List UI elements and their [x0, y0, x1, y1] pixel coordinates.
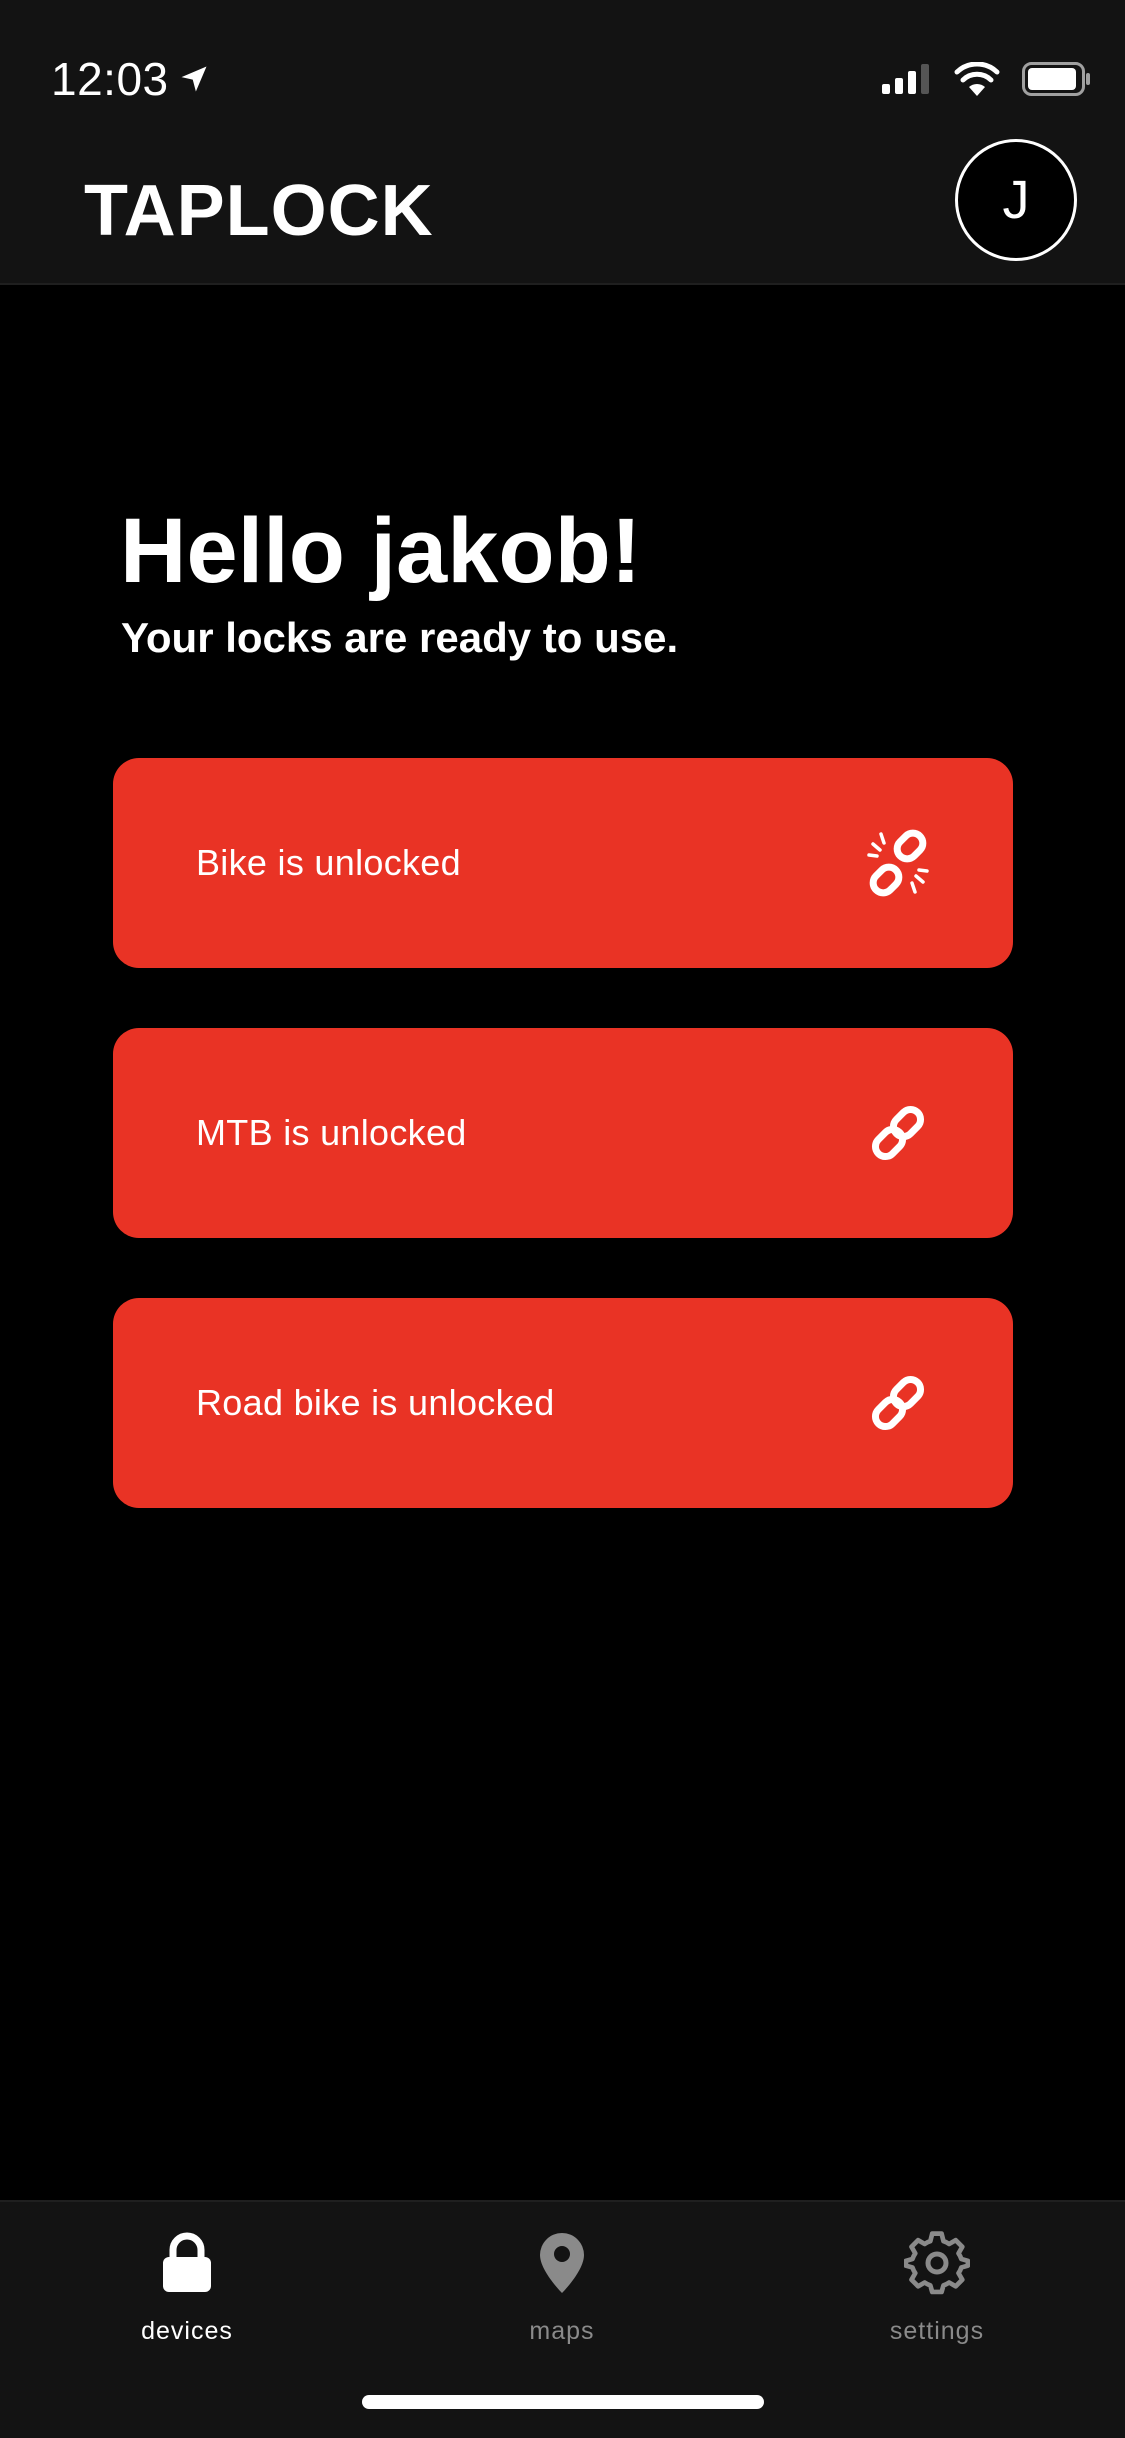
- map-pin-icon: [538, 2227, 586, 2299]
- app-header: 12:03 TAPLOCK J: [0, 0, 1125, 285]
- user-avatar[interactable]: J: [955, 139, 1077, 261]
- battery-icon: [1022, 62, 1090, 96]
- tab-maps[interactable]: maps: [412, 2227, 712, 2346]
- lock-card-label: Bike is unlocked: [196, 842, 461, 883]
- tab-label: devices: [141, 2317, 233, 2345]
- tab-devices[interactable]: devices: [37, 2227, 337, 2346]
- lock-card-road-bike[interactable]: Road bike is unlocked: [113, 1298, 1013, 1508]
- app-title: TAPLOCK: [84, 171, 434, 251]
- avatar-initial: J: [1002, 170, 1030, 230]
- wifi-icon: [954, 62, 1000, 96]
- lock-card-label: MTB is unlocked: [196, 1112, 467, 1153]
- broken-link-icon[interactable]: [863, 828, 933, 898]
- link-icon[interactable]: [863, 1368, 933, 1438]
- link-icon[interactable]: [863, 1098, 933, 1168]
- tab-settings[interactable]: settings: [787, 2227, 1087, 2346]
- cellular-signal-icon: [882, 64, 929, 94]
- lock-icon: [161, 2227, 213, 2299]
- tab-label: maps: [529, 2317, 595, 2345]
- tab-label: settings: [889, 2317, 985, 2345]
- lock-card-bike[interactable]: Bike is unlocked: [113, 758, 1013, 968]
- status-time-text: 12:03: [51, 53, 169, 105]
- greeting-heading: Hello jakob!: [120, 500, 642, 602]
- status-bar-time: 12:03: [51, 52, 209, 106]
- lock-card-mtb[interactable]: MTB is unlocked: [113, 1028, 1013, 1238]
- status-bar-indicators: [882, 62, 1092, 96]
- location-arrow-icon: [181, 66, 207, 92]
- greeting-subtitle: Your locks are ready to use.: [121, 614, 679, 661]
- gear-icon: [904, 2227, 970, 2299]
- lock-card-label: Road bike is unlocked: [196, 1382, 555, 1423]
- home-indicator[interactable]: [362, 2395, 764, 2409]
